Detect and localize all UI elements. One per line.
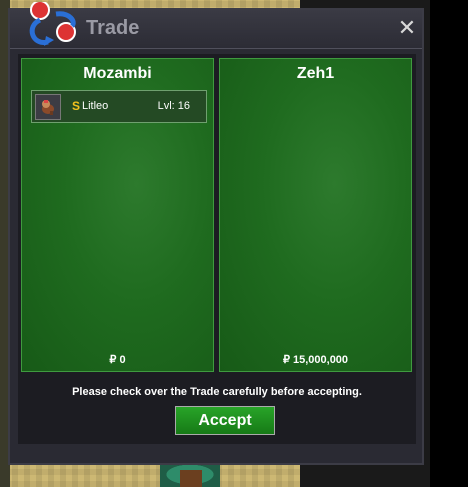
- trade-panel-left: Mozambi S Litleo Lvl: 16 ₽ 0: [21, 58, 214, 372]
- trade-item[interactable]: S Litleo Lvl: 16: [31, 90, 207, 123]
- litleo-sprite-icon: [35, 94, 61, 120]
- item-level: Lvl: 16: [157, 100, 190, 112]
- player-name-right: Zeh1: [296, 65, 335, 82]
- tree-trunk: [180, 470, 202, 487]
- title-bar[interactable]: Trade ✕: [10, 2, 422, 49]
- money-right: ₽ 15,000,000: [282, 354, 349, 366]
- window-title: Trade: [86, 17, 140, 39]
- accept-button[interactable]: Accept: [175, 406, 275, 435]
- close-icon[interactable]: ✕: [396, 18, 418, 40]
- player-name-left: Mozambi: [83, 65, 152, 82]
- item-name: Litleo: [82, 100, 109, 112]
- trade-warning-text: Please check over the Trade carefully be…: [72, 386, 362, 398]
- money-left: ₽ 0: [109, 354, 126, 366]
- pokeball-logo-icon: [29, 2, 76, 46]
- shiny-badge: S: [72, 99, 81, 113]
- world-void: [430, 0, 468, 487]
- trade-window: Trade ✕ Mozambi S Litleo Lvl: 16 ₽ 0 Zeh…: [8, 2, 424, 465]
- trade-body: Mozambi S Litleo Lvl: 16 ₽ 0 Zeh1 ₽ 15,0…: [18, 54, 416, 444]
- trade-panel-right: Zeh1 ₽ 15,000,000: [219, 58, 412, 372]
